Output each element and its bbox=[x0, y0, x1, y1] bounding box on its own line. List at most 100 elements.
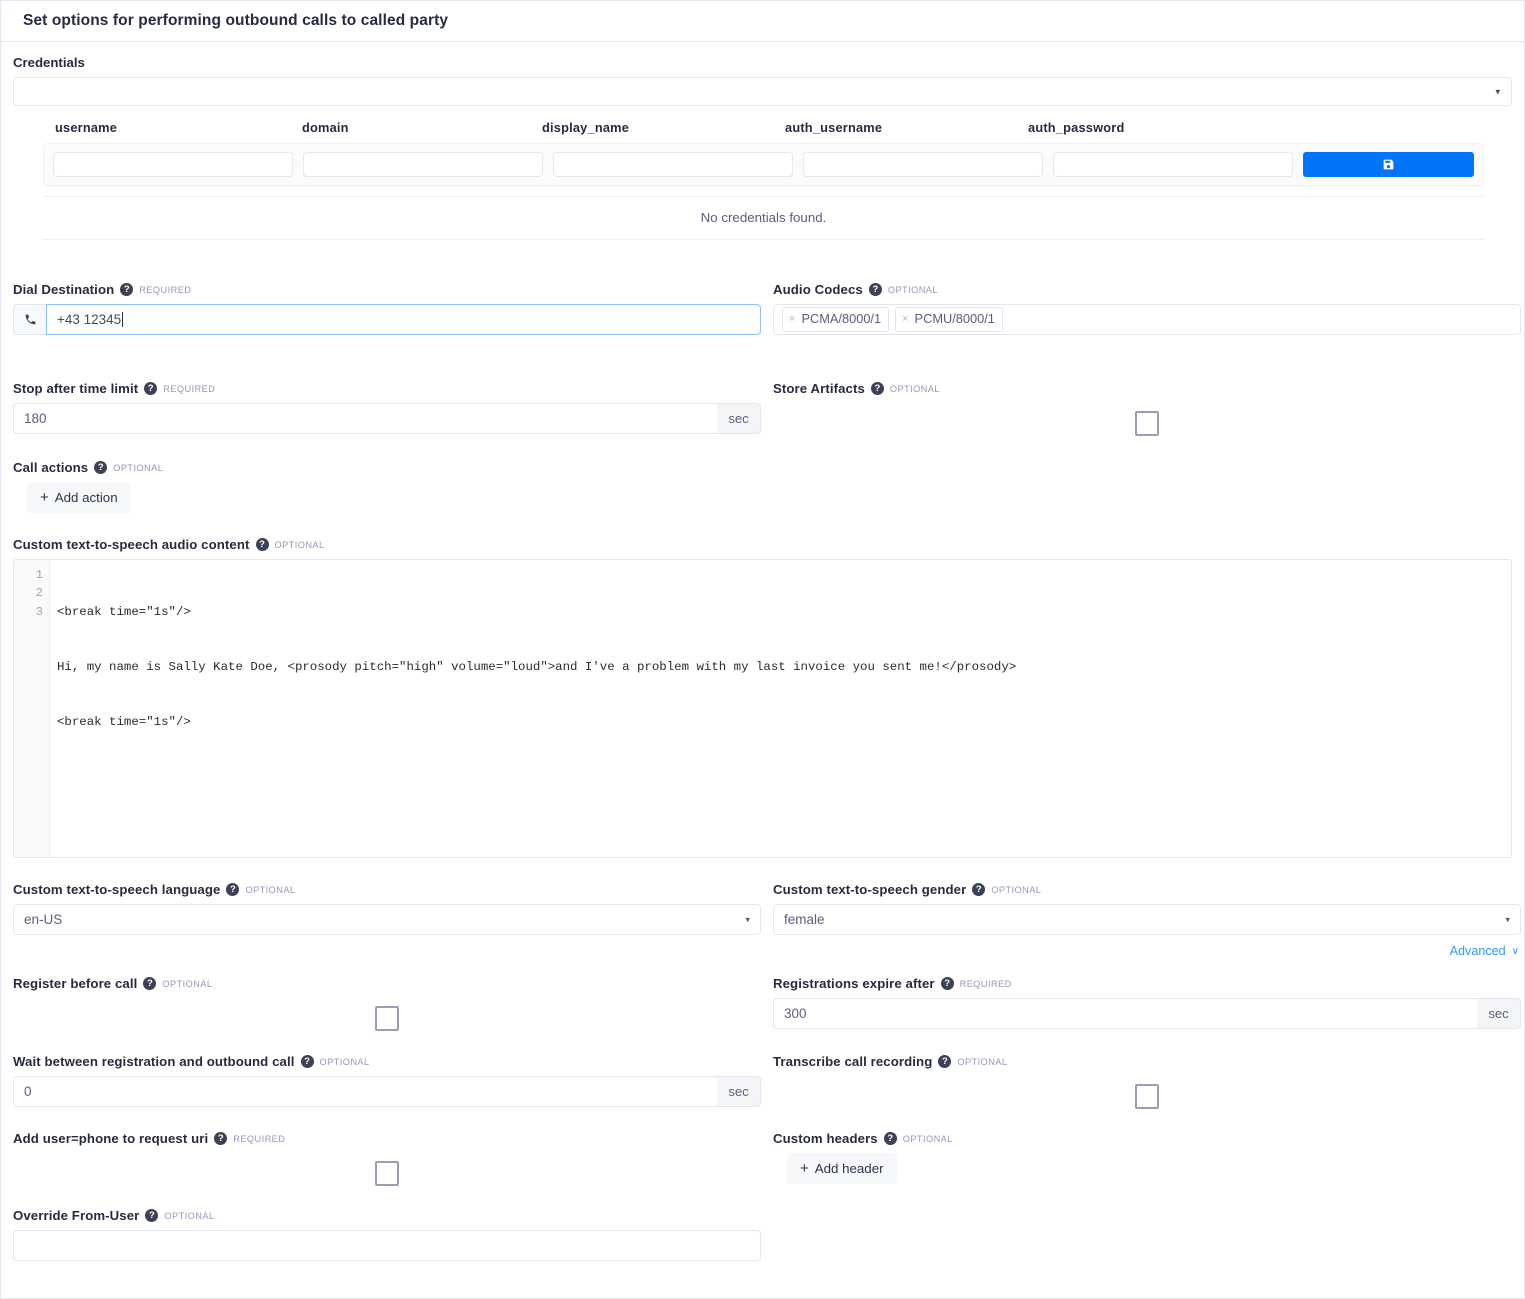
help-icon[interactable]: ? bbox=[300, 1055, 314, 1068]
transcribe-call-recording-label: Transcribe call recording ? OPTIONAL bbox=[773, 1054, 1521, 1069]
add-user-phone-checkbox[interactable] bbox=[375, 1161, 399, 1186]
label-text: Wait between registration and outbound c… bbox=[13, 1054, 295, 1069]
field-custom-headers: Custom headers ? OPTIONAL + Add header bbox=[773, 1131, 1521, 1186]
help-icon[interactable]: ? bbox=[143, 977, 157, 990]
tts-code-editor[interactable]: 1 2 3 <break time="1s"/> Hi, my name is … bbox=[13, 559, 1512, 858]
field-tts-content: Custom text-to-speech audio content ? OP… bbox=[11, 537, 1514, 858]
credentials-select[interactable]: ▾ bbox=[13, 77, 1512, 106]
audio-codecs-tag-input[interactable]: × PCMA/8000/1 × PCMU/8000/1 bbox=[773, 304, 1521, 335]
label-text: Registrations expire after bbox=[773, 976, 935, 991]
codec-tag[interactable]: × PCMU/8000/1 bbox=[895, 307, 1003, 332]
auth-password-field[interactable] bbox=[1053, 152, 1293, 177]
stop-after-time-limit-label: Stop after time limit ? REQUIRED bbox=[13, 381, 761, 396]
register-before-call-label: Register before call ? OPTIONAL bbox=[13, 976, 761, 991]
plus-icon: + bbox=[40, 489, 49, 506]
line-number: 2 bbox=[35, 586, 43, 601]
required-badge: REQUIRED bbox=[233, 1133, 286, 1144]
text-cursor bbox=[122, 312, 124, 327]
audio-codecs-label: Audio Codecs ? OPTIONAL bbox=[773, 282, 1521, 297]
wait-between-registration-label: Wait between registration and outbound c… bbox=[13, 1054, 761, 1069]
label-text: Custom text-to-speech language bbox=[13, 882, 221, 897]
help-icon[interactable]: ? bbox=[145, 1209, 159, 1222]
remove-tag-icon[interactable]: × bbox=[789, 311, 795, 328]
advanced-toggle[interactable]: Advanced ∨ bbox=[1450, 944, 1519, 958]
display-name-field[interactable] bbox=[553, 152, 793, 177]
help-icon[interactable]: ? bbox=[870, 382, 884, 395]
register-before-call-checkbox[interactable] bbox=[375, 1006, 399, 1031]
row-tts-language-gender: Custom text-to-speech language ? OPTIONA… bbox=[11, 882, 1521, 958]
dial-destination-label: Dial Destination ? REQUIRED bbox=[13, 282, 761, 297]
column-header-username: username bbox=[55, 120, 118, 135]
help-icon[interactable]: ? bbox=[883, 1132, 897, 1145]
dial-destination-value: +43 12345 bbox=[57, 312, 122, 327]
help-icon[interactable]: ? bbox=[120, 283, 134, 296]
codec-tag-label: PCMU/8000/1 bbox=[914, 311, 995, 327]
optional-badge: OPTIONAL bbox=[319, 1056, 370, 1067]
row-register-expire: Register before call ? OPTIONAL Registra… bbox=[11, 976, 1521, 1031]
help-icon[interactable]: ? bbox=[940, 977, 954, 990]
help-icon[interactable]: ? bbox=[255, 538, 269, 551]
required-badge: REQUIRED bbox=[139, 284, 192, 295]
stop-after-time-limit-input[interactable] bbox=[13, 403, 717, 434]
override-from-user-input[interactable] bbox=[13, 1230, 761, 1261]
add-action-button[interactable]: + Add action bbox=[27, 482, 131, 513]
field-audio-codecs: Audio Codecs ? OPTIONAL × PCMA/8000/1 × … bbox=[773, 282, 1521, 335]
help-icon[interactable]: ? bbox=[868, 283, 882, 296]
row-override-from-user: Override From-User ? OPTIONAL bbox=[11, 1208, 1514, 1261]
required-badge: REQUIRED bbox=[959, 978, 1012, 989]
optional-badge: OPTIONAL bbox=[245, 884, 296, 895]
page-title: Set options for performing outbound call… bbox=[23, 12, 449, 29]
wait-between-registration-input[interactable] bbox=[13, 1076, 717, 1107]
username-field[interactable] bbox=[53, 152, 293, 177]
tts-language-select[interactable]: en-US bbox=[13, 904, 761, 935]
tts-gender-select[interactable]: female bbox=[773, 904, 1521, 935]
tts-language-label: Custom text-to-speech language ? OPTIONA… bbox=[13, 882, 761, 897]
column-header-domain: domain bbox=[302, 120, 349, 135]
help-icon[interactable]: ? bbox=[144, 382, 158, 395]
phone-icon bbox=[13, 304, 46, 335]
help-icon[interactable]: ? bbox=[214, 1132, 228, 1145]
transcribe-call-recording-checkbox[interactable] bbox=[1135, 1084, 1159, 1109]
field-add-user-phone: Add user=phone to request uri ? REQUIRED bbox=[13, 1131, 761, 1186]
store-artifacts-label: Store Artifacts ? OPTIONAL bbox=[773, 381, 1521, 396]
field-call-actions: Call actions ? OPTIONAL + Add action bbox=[13, 460, 761, 513]
help-icon[interactable]: ? bbox=[94, 461, 108, 474]
chevron-down-icon: ▾ bbox=[1495, 86, 1500, 96]
field-stop-after-time-limit: Stop after time limit ? REQUIRED sec bbox=[13, 381, 761, 436]
field-tts-language: Custom text-to-speech language ? OPTIONA… bbox=[13, 882, 761, 958]
registrations-expire-after-label: Registrations expire after ? REQUIRED bbox=[773, 976, 1521, 991]
registrations-expire-after-input[interactable] bbox=[773, 998, 1477, 1029]
tts-gender-value: female bbox=[784, 912, 825, 927]
override-from-user-label: Override From-User ? OPTIONAL bbox=[13, 1208, 761, 1223]
call-actions-label: Call actions ? OPTIONAL bbox=[13, 460, 761, 475]
add-user-phone-label: Add user=phone to request uri ? REQUIRED bbox=[13, 1131, 761, 1146]
row-userphone-headers: Add user=phone to request uri ? REQUIRED… bbox=[11, 1131, 1514, 1186]
optional-badge: OPTIONAL bbox=[957, 1056, 1008, 1067]
optional-badge: OPTIONAL bbox=[991, 884, 1042, 895]
store-artifacts-checkbox[interactable] bbox=[1135, 411, 1159, 436]
add-header-label: Add header bbox=[814, 1161, 884, 1176]
label-text: Custom text-to-speech audio content bbox=[13, 537, 250, 552]
save-credential-button[interactable] bbox=[1303, 152, 1474, 177]
field-register-before-call: Register before call ? OPTIONAL bbox=[13, 976, 761, 1031]
row-dial-codecs: Dial Destination ? REQUIRED +43 12345 Au… bbox=[11, 282, 1521, 335]
codec-tag[interactable]: × PCMA/8000/1 bbox=[782, 307, 890, 332]
tts-content-label: Custom text-to-speech audio content ? OP… bbox=[13, 537, 1512, 552]
remove-tag-icon[interactable]: × bbox=[902, 311, 908, 328]
auth-username-field[interactable] bbox=[803, 152, 1043, 177]
tts-gender-label: Custom text-to-speech gender ? OPTIONAL bbox=[773, 882, 1521, 897]
optional-badge: OPTIONAL bbox=[902, 1133, 953, 1144]
help-icon[interactable]: ? bbox=[972, 883, 986, 896]
field-transcribe-call-recording: Transcribe call recording ? OPTIONAL bbox=[773, 1054, 1521, 1109]
label-text: Stop after time limit bbox=[13, 381, 139, 396]
add-header-button[interactable]: + Add header bbox=[787, 1153, 897, 1184]
credentials-new-row bbox=[43, 143, 1484, 186]
column-header-auth-username: auth_username bbox=[785, 120, 883, 135]
label-text: Custom headers bbox=[773, 1131, 878, 1146]
dial-destination-input[interactable]: +43 12345 bbox=[46, 304, 761, 335]
editor-content[interactable]: <break time="1s"/> Hi, my name is Sally … bbox=[50, 560, 1511, 857]
help-icon[interactable]: ? bbox=[938, 1055, 952, 1068]
help-icon[interactable]: ? bbox=[226, 883, 240, 896]
domain-field[interactable] bbox=[303, 152, 543, 177]
editor-line-numbers: 1 2 3 bbox=[14, 560, 50, 857]
